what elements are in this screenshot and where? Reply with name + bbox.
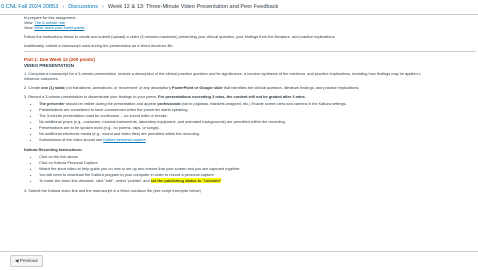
kaltura-personal-capture-link[interactable]: Kaltura personal capture bbox=[103, 137, 145, 142]
list-item: Watch the short video to help guide you … bbox=[39, 166, 476, 171]
additional-text: Additionally, submit a manuscript used d… bbox=[24, 43, 174, 48]
professional-label: professional bbox=[157, 101, 181, 106]
step-2-static: one (1) static bbox=[41, 85, 66, 90]
breadcrumb-discussions-link[interactable]: Discussions bbox=[68, 4, 98, 10]
list-item-text: To make the video link viewable, click "… bbox=[39, 178, 151, 183]
discussion-body: to prepare for this assignment View: The… bbox=[24, 15, 476, 251]
list-item-text: should be visible during the presentatio… bbox=[64, 101, 158, 106]
step-2-text: (no transitions, animations, or 'movemen… bbox=[65, 85, 172, 90]
list-item: No additional electronic media (e.g., so… bbox=[39, 131, 476, 136]
bullet-points-link[interactable]: Write down your bullet points bbox=[35, 25, 85, 30]
list-item: To make the video link viewable, click "… bbox=[39, 178, 476, 183]
view-prefix: View: bbox=[24, 25, 34, 30]
step-1: 1. Compose a manuscript for a 3-minute p… bbox=[24, 71, 421, 76]
list-item: You will need to download the Kaltura pr… bbox=[39, 172, 476, 177]
list-item: Click on Kaltura Personal Capture bbox=[39, 160, 476, 165]
step-2-slide: PowerPoint or Google slide bbox=[171, 85, 223, 90]
list-item: No additional props (e.g., costumes, mus… bbox=[39, 119, 476, 124]
breadcrumb-current-page: Week 12 & 13: Three-Minute Video Present… bbox=[107, 4, 279, 10]
unlisted-status-highlight: set the publishing status to "Unlisted" bbox=[150, 178, 222, 183]
breadcrumb-separator: › bbox=[102, 4, 104, 10]
list-item: Presentations are to be spoken word (e.g… bbox=[39, 125, 476, 130]
list-item-text: . bbox=[145, 137, 147, 142]
module-footer: ◀ Previous bbox=[0, 251, 478, 270]
breadcrumb-separator: › bbox=[62, 4, 65, 10]
list-item: Submissions of the video should use Kalt… bbox=[39, 137, 476, 142]
presentation-rules-list: The presenter should be visible during t… bbox=[24, 101, 476, 142]
list-item: Click on the link above bbox=[39, 154, 476, 159]
list-item: The presenter should be visible during t… bbox=[39, 101, 476, 106]
step-3-text: 3. Record a 3-minute presentation to dis… bbox=[24, 94, 159, 99]
step-2-text: that identifies the clinical question, l… bbox=[222, 85, 360, 90]
section-divider bbox=[24, 51, 476, 52]
list-item-text: Submissions of the video should use bbox=[39, 137, 104, 142]
step-4: 4. Submit the Kaltura video link and the… bbox=[24, 188, 201, 193]
list-item: The 3-minute presentation must be contin… bbox=[39, 113, 476, 118]
breadcrumb-course-link[interactable]: 0 CNL Fall 2024 20853 bbox=[1, 4, 58, 10]
previous-button[interactable]: ◀ Previous bbox=[10, 255, 43, 267]
kaltura-steps-list: Click on the link above Click on Kaltura… bbox=[24, 154, 476, 183]
step-2-text: 2. Create bbox=[24, 85, 42, 90]
breadcrumb: 0 CNL Fall 2024 20853 › Discussions › Week 1… bbox=[0, 0, 478, 15]
step-3-limit: For presentations exceeding 3 mins, the … bbox=[158, 94, 306, 99]
list-item-text: (not in pajamas, blankets wrapped, etc.)… bbox=[180, 101, 347, 106]
presenter-label: The presenter bbox=[39, 101, 65, 106]
list-item: Presentations are considered to have com… bbox=[39, 107, 476, 112]
